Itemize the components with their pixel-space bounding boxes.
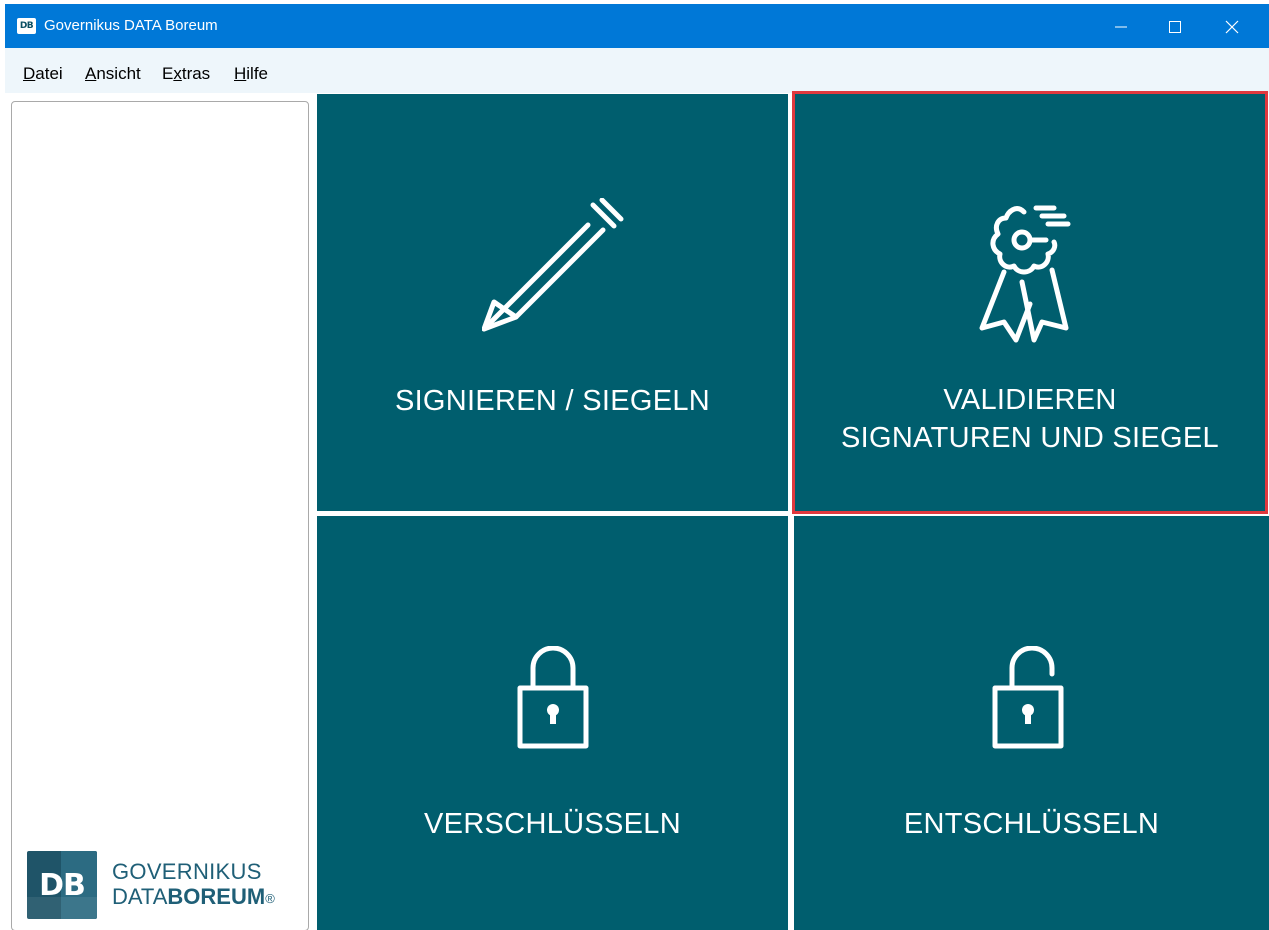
maximize-icon [1169,21,1181,33]
menu-ansicht-mnemonic: A [85,64,97,83]
brand-logo: DB [27,851,97,919]
tile-validate-label-line1: VALIDIEREN [943,384,1117,416]
tile-validate-label-line2: SIGNATUREN UND SIEGEL [841,422,1219,454]
brand-boreum: BOREUM [167,884,266,909]
close-button[interactable] [1203,4,1261,48]
menu-extras-prefix: E [162,64,174,83]
lock-closed-icon [517,646,589,749]
menu-extras-label: tras [181,64,211,83]
registered-mark: ® [265,891,275,906]
menu-datei-mnemonic: D [23,64,36,83]
tile-decrypt-label: ENTSCHLÜSSELN [903,808,1160,840]
pencil-icon [482,198,624,332]
tile-encrypt[interactable]: VERSCHLÜSSELN [317,516,788,930]
award-ribbon-icon [979,205,1071,343]
maximize-button[interactable] [1146,4,1204,48]
tile-sign-label: SIGNIEREN / SIEGELN [394,385,711,417]
minimize-icon [1115,26,1127,28]
menu-hilfe-mnemonic: H [234,64,247,83]
menu-extras-mnemonic: x [173,64,182,83]
tile-validate[interactable]: VALIDIEREN SIGNATUREN UND SIEGEL [792,91,1268,514]
menu-hilfe-label: ilfe [246,64,269,83]
window-title: Governikus DATA Boreum [44,17,218,34]
minimize-button[interactable] [1092,4,1150,48]
tile-sign-seal[interactable]: SIGNIEREN / SIEGELN [317,94,788,511]
menu-datei[interactable]: Datei [23,64,63,84]
brand-data: DATA [112,884,168,909]
close-icon [1225,20,1239,34]
tile-encrypt-label: VERSCHLÜSSELN [424,808,681,840]
menu-hilfe[interactable]: Hilfe [234,64,268,84]
menu-extras[interactable]: Extras [162,64,210,84]
menu-bar: Datei Ansicht Extras Hilfe [5,48,1269,93]
app-window: DB Governikus DATA Boreum Datei Ansicht … [5,4,1269,930]
menu-datei-label: atei [35,64,63,83]
menu-ansicht[interactable]: Ansicht [85,64,141,84]
app-icon: DB [17,18,36,34]
sidebar-panel[interactable]: DB GOVERNIKUS DATABOREUM® [11,101,309,930]
brand-name-line2: DATABOREUM® [112,884,275,910]
lock-open-icon [992,646,1064,749]
brand-name-line1: GOVERNIKUS [112,859,262,884]
tile-decrypt[interactable]: ENTSCHLÜSSELN [794,516,1269,930]
title-bar[interactable]: DB Governikus DATA Boreum [5,4,1269,48]
menu-ansicht-label: nsicht [96,64,141,83]
logo-letters: DB [39,868,86,903]
